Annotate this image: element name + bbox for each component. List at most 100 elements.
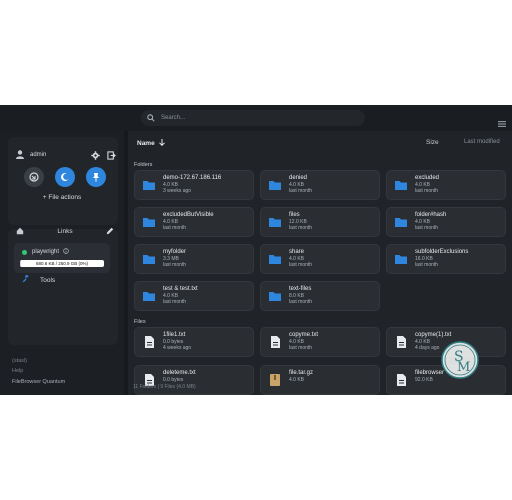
status-dot <box>22 249 27 255</box>
search-icon <box>147 113 157 123</box>
folder-item[interactable]: myfolder 3.3 MB last month <box>134 244 254 274</box>
folder-icon <box>394 252 408 266</box>
accessibility-toggle-button[interactable] <box>24 167 44 187</box>
item-name: copyme.txt <box>289 332 319 338</box>
item-date: last month <box>289 262 313 268</box>
folder-icon <box>142 178 156 192</box>
item-text: files 12.0 KB last month <box>289 211 377 231</box>
folder-item[interactable]: files 12.0 KB last month <box>260 207 380 237</box>
folder-icon <box>268 178 282 192</box>
edit-pencil-icon[interactable] <box>106 222 114 240</box>
folder-item[interactable]: share 4.0 KB last month <box>260 244 380 274</box>
file-item[interactable]: file.tar.gz 4.0 KB <box>260 365 380 395</box>
item-name: denied <box>289 175 308 181</box>
item-date: last month <box>289 345 313 351</box>
item-text: excluded 4.0 KB last month <box>415 174 503 194</box>
folder-item[interactable]: demo-172.67.186.116 4.0 KB 3 weeks ago <box>134 170 254 200</box>
folder-item[interactable]: excluded 4.0 KB last month <box>386 170 506 200</box>
folder-icon <box>268 252 282 266</box>
quick-actions <box>24 167 106 189</box>
folder-item[interactable]: subfolderExclusions 16.0 KB last month <box>386 244 506 274</box>
item-text: test & test.txt 4.0 KB last month <box>163 285 251 305</box>
footer-help-link[interactable]: Help <box>12 368 23 374</box>
item-text: myfolder 3.3 MB last month <box>163 248 251 268</box>
logout-icon[interactable] <box>106 150 116 160</box>
item-text: share 4.0 KB last month <box>289 248 377 268</box>
dark-mode-moon-icon[interactable] <box>55 167 75 187</box>
item-date: last month <box>289 299 313 305</box>
links-header: Links <box>16 226 114 236</box>
item-name: excludedButVisible <box>163 212 214 218</box>
item-name: 1file1.txt <box>163 332 186 338</box>
settings-gear-icon[interactable] <box>90 150 100 160</box>
folder-icon <box>394 178 408 192</box>
item-text: folder#hash 4.0 KB last month <box>415 211 503 231</box>
folders-section-label: Folders <box>134 162 153 168</box>
item-date: last month <box>415 262 439 268</box>
item-date: 3 weeks ago <box>163 188 192 194</box>
modified-column-label[interactable]: Last modified <box>464 139 500 145</box>
file-item[interactable]: 1file1.txt 0.0 bytes 4 weeks ago <box>134 327 254 357</box>
file-actions-button[interactable]: + File actions <box>0 194 124 201</box>
user-row: admin <box>16 149 116 161</box>
footer-app-name: FileBrowser Quantum <box>12 379 66 385</box>
usage-text: 680.6 KB / 250.9 GB (0%) <box>35 261 89 266</box>
source-name: playwright <box>32 249 60 255</box>
size-column-label[interactable]: Size <box>426 139 439 146</box>
item-text: text-files 8.0 KB last month <box>289 285 377 305</box>
item-name: folder#hash <box>415 212 447 218</box>
item-name: share <box>289 249 305 255</box>
item-date: last month <box>163 299 187 305</box>
pin-icon[interactable] <box>86 167 106 187</box>
item-date: last month <box>415 225 439 231</box>
folder-icon <box>268 215 282 229</box>
name-column-label: Name <box>137 140 155 147</box>
folder-item[interactable]: excludedButVisible 4.0 KB last month <box>134 207 254 237</box>
file-icon <box>394 335 408 349</box>
home-icon[interactable] <box>16 222 24 240</box>
item-name: text-files <box>289 286 312 292</box>
item-date: last month <box>163 262 187 268</box>
item-text: subfolderExclusions 16.0 KB last month <box>415 248 503 268</box>
folder-item[interactable]: folder#hash 4.0 KB last month <box>386 207 506 237</box>
source-name-row: playwright <box>22 248 69 256</box>
top-bar: Search... <box>0 105 512 131</box>
item-text: deleteme.txt 0.0 bytes <box>163 369 251 383</box>
sort-arrow-down-icon <box>158 139 165 148</box>
info-icon[interactable] <box>63 248 69 256</box>
sort-by-name[interactable]: Name <box>137 139 165 148</box>
search-placeholder: Search... <box>161 115 186 121</box>
folder-item[interactable]: denied 4.0 KB last month <box>260 170 380 200</box>
file-icon <box>394 373 408 387</box>
username: admin <box>30 152 47 158</box>
folder-item[interactable]: test & test.txt 4.0 KB last month <box>134 281 254 311</box>
file-item[interactable]: copyme.txt 4.0 KB last month <box>260 327 380 357</box>
item-date: last month <box>289 225 313 231</box>
folder-icon <box>142 215 156 229</box>
folder-item[interactable]: text-files 8.0 KB last month <box>260 281 380 311</box>
item-text: demo-172.67.186.116 4.0 KB 3 weeks ago <box>163 174 251 194</box>
archive-icon <box>268 373 282 387</box>
item-text: excludedButVisible 4.0 KB last month <box>163 211 251 231</box>
tools-link[interactable]: Tools <box>22 275 55 285</box>
view-toggle-icon[interactable] <box>498 114 506 127</box>
watermark-logo: S M <box>440 340 480 380</box>
files-section-label: Files <box>134 319 146 325</box>
file-icon <box>268 335 282 349</box>
source-card[interactable]: playwright 680.6 KB / 250.9 GB (0%) <box>14 243 110 273</box>
item-name: test & test.txt <box>163 286 198 292</box>
footer-stats-link[interactable]: (stasl) <box>12 358 27 364</box>
status-bar: 11 Folders | 9 Files (4.0 MB) <box>133 384 196 390</box>
item-name: subfolderExclusions <box>415 249 469 255</box>
item-text: 1file1.txt 0.0 bytes 4 weeks ago <box>163 331 251 351</box>
item-size: 4.0 KB <box>289 377 305 383</box>
file-item[interactable]: deleteme.txt 0.0 bytes <box>134 365 254 395</box>
svg-text:M: M <box>457 360 470 375</box>
item-text: file.tar.gz 4.0 KB <box>289 369 377 383</box>
item-name: myfolder <box>163 249 187 255</box>
user-icon <box>16 146 24 164</box>
folder-icon <box>142 252 156 266</box>
listing-header: Name Size Last modified <box>128 131 512 153</box>
item-name: copyme(1).txt <box>415 332 452 338</box>
search-bar[interactable]: Search... <box>141 110 365 126</box>
